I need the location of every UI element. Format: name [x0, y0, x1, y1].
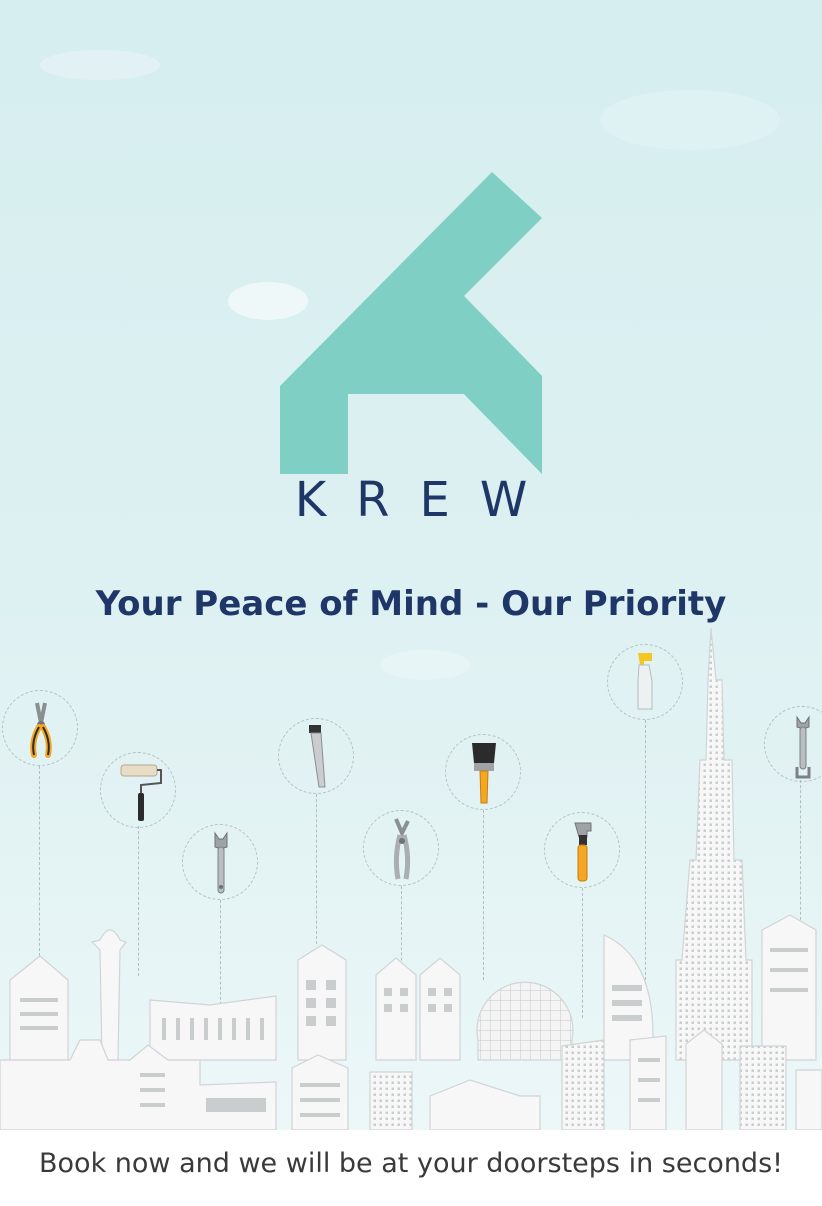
house-k-logo: [280, 172, 542, 474]
pipe-wrench-icon: [544, 812, 620, 888]
spanner-icon: [764, 706, 822, 782]
background-splash: [600, 90, 780, 150]
footer-text: Book now and we will be at your doorstep…: [39, 1148, 783, 1179]
background-splash: [40, 50, 160, 80]
brand-name: KREW: [294, 472, 558, 528]
footer: Book now and we will be at your doorstep…: [0, 1130, 822, 1206]
paint-roller-icon: [100, 752, 176, 828]
tagline: Your Peace of Mind - Our Priority: [95, 584, 727, 624]
locking-pliers-icon: [363, 810, 439, 886]
spray-bottle-icon: [607, 644, 683, 720]
adjustable-wrench-icon: [182, 824, 258, 900]
pliers-icon: [2, 690, 78, 766]
splash-screen: KREW Your Peace of Mind - Our Priority B…: [0, 0, 822, 1206]
hand-saw-icon: [278, 718, 354, 794]
paint-brush-icon: [445, 734, 521, 810]
